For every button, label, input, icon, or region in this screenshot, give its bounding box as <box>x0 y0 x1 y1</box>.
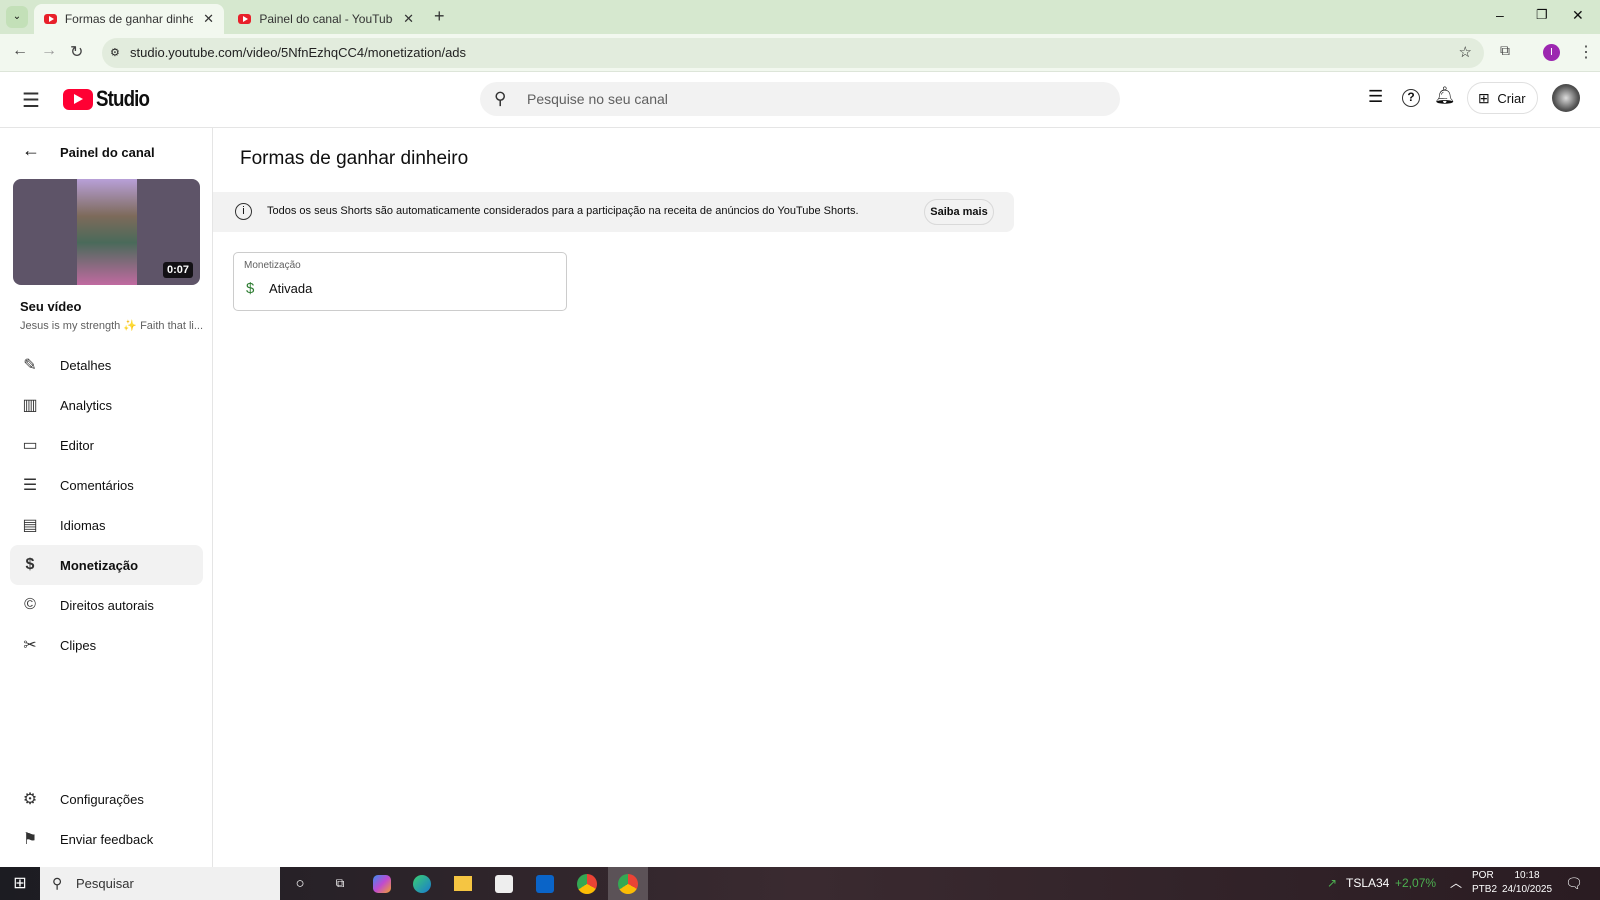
youtube-favicon-icon <box>238 14 252 24</box>
youtube-favicon-icon <box>44 14 57 24</box>
help-icon[interactable]: ? <box>1402 89 1420 107</box>
clock[interactable]: 10:18 24/10/2025 <box>1502 869 1552 897</box>
gear-icon: ⚙ <box>22 791 38 808</box>
task-view-icon[interactable]: ⧉ <box>330 867 350 900</box>
extensions-icon[interactable]: ⧉ <box>1500 42 1510 59</box>
sidebar-item-configuracoes[interactable]: ⚙ Configurações <box>10 779 203 819</box>
close-window-button[interactable]: ✕ <box>1572 7 1584 24</box>
sidebar-item-analytics[interactable]: ▥ Analytics <box>10 385 203 425</box>
create-button[interactable]: ⊞ Criar <box>1467 82 1538 114</box>
sidebar-item-comentarios[interactable]: ☰ Comentários <box>10 465 203 505</box>
tab-search-button[interactable]: ⌄ <box>6 6 28 28</box>
search-icon: ⚲ <box>494 89 507 108</box>
minimize-button[interactable]: – <box>1496 7 1504 23</box>
monetization-status: Ativada <box>269 281 313 296</box>
monetization-label: Monetização <box>244 260 301 271</box>
restore-button[interactable]: ❐ <box>1536 7 1548 23</box>
back-arrow-icon[interactable]: ← <box>22 140 40 161</box>
info-icon: i <box>235 203 252 220</box>
language-indicator[interactable]: POR PTB2 <box>1472 869 1497 897</box>
feedback-icon: ⚑ <box>22 831 38 848</box>
sidebar-item-monetizacao[interactable]: $ Monetização <box>10 545 203 585</box>
sidebar: ← Painel do canal 0:07 Seu vídeo Jesus i… <box>0 128 213 867</box>
channel-avatar[interactable] <box>1552 84 1580 112</box>
copilot-icon[interactable] <box>373 875 391 893</box>
youtube-studio-logo[interactable]: Studio <box>63 86 158 112</box>
create-video-icon: ⊞ <box>1478 90 1490 106</box>
monetization-card[interactable]: Monetização $ Ativada <box>233 252 567 311</box>
back-button[interactable]: ← <box>12 42 28 60</box>
reload-button[interactable]: ↻ <box>70 42 83 62</box>
learn-more-button[interactable]: Saiba mais <box>924 199 994 225</box>
windows-start-icon[interactable]: ⊞ <box>8 867 32 900</box>
profile-avatar[interactable]: I <box>1543 44 1560 61</box>
browser-tab-bar: ⌄ Formas de ganhar dinheiro - YouTube St… <box>0 0 1600 34</box>
scissors-icon: ✂ <box>23 637 37 654</box>
site-settings-icon[interactable]: ⚙ <box>110 38 120 68</box>
your-video-heading: Seu vídeo <box>20 299 82 314</box>
sidebar-item-editor[interactable]: ▭ Editor <box>10 425 203 465</box>
bookmark-star-icon[interactable]: ☆ <box>1459 38 1472 68</box>
tab-painel[interactable]: Painel do canal - YouTube Studio ✕ <box>228 4 424 34</box>
menu-icon[interactable]: ⋮ <box>1578 42 1594 62</box>
hamburger-menu-icon[interactable]: ☰ <box>22 88 40 113</box>
notifications-bell-icon[interactable]: 🔔︎ <box>1434 86 1456 106</box>
editor-icon: ▭ <box>22 437 38 454</box>
video-thumbnail[interactable]: 0:07 <box>13 179 200 285</box>
thumbnail-image <box>77 179 137 285</box>
subtitles-icon: ▤ <box>22 517 38 534</box>
channel-search-input[interactable]: ⚲ Pesquise no seu canal <box>480 82 1120 116</box>
chrome-active-icon[interactable] <box>608 867 648 900</box>
video-duration: 0:07 <box>162 262 193 278</box>
sidebar-item-detalhes[interactable]: ✎ Detalhes <box>10 345 203 385</box>
sidebar-item-direitos-autorais[interactable]: © Direitos autorais <box>10 585 203 625</box>
dollar-status-icon: $ <box>246 280 255 297</box>
taskbar-search[interactable]: ⚲ Pesquisar <box>40 867 280 900</box>
tab-active[interactable]: Formas de ganhar dinheiro - YouTube Stud… <box>34 4 224 34</box>
banner-text: Todos os seus Shorts são automaticamente… <box>267 205 859 217</box>
windows-taskbar: ⊞ ⚲ Pesquisar ○ ⧉ ↗ TSLA34 +2,07% ︿ POR P… <box>0 867 1600 900</box>
stock-change: +2,07% <box>1395 876 1437 890</box>
new-tab-button[interactable]: + <box>434 6 445 27</box>
dollar-icon: $ <box>25 556 35 573</box>
copyright-icon: © <box>24 596 36 613</box>
close-tab-icon[interactable]: ✕ <box>203 11 214 27</box>
stock-trend-icon: ↗ <box>1326 876 1338 890</box>
outlook-icon[interactable] <box>536 875 554 893</box>
stock-ticker[interactable]: TSLA34 <box>1346 867 1389 900</box>
video-title: Jesus is my strength ✨ Faith that li... <box>20 320 204 332</box>
comments-icon: ☰ <box>22 477 38 494</box>
pencil-icon: ✎ <box>23 357 37 374</box>
youtube-logo-icon <box>63 88 93 110</box>
address-toolbar: ← → ↻ ⚙ studio.youtube.com/video/5NfnEzh… <box>0 34 1600 72</box>
sidebar-item-enviar-feedback[interactable]: ⚑ Enviar feedback <box>10 819 203 859</box>
close-tab-icon[interactable]: ✕ <box>403 11 414 27</box>
info-banner: i Todos os seus Shorts são automaticamen… <box>213 192 1014 232</box>
sidebar-item-idiomas[interactable]: ▤ Idiomas <box>10 505 203 545</box>
page-title: Formas de ganhar dinheiro <box>240 148 469 169</box>
edge-icon[interactable] <box>413 875 431 893</box>
sidebar-item-clipes[interactable]: ✂ Clipes <box>10 625 203 665</box>
search-icon: ⚲ <box>52 875 63 891</box>
channel-dashboard-link[interactable]: Painel do canal <box>60 145 155 160</box>
file-explorer-icon[interactable] <box>454 876 472 891</box>
comments-feedback-icon[interactable]: ☰ <box>1368 87 1383 107</box>
chrome-icon[interactable] <box>577 874 597 894</box>
studio-header: ☰ Studio ⚲ Pesquise no seu canal ☰ ? 🔔︎ … <box>0 72 1600 128</box>
notification-center-icon[interactable]: 🗨︎ <box>1565 867 1583 900</box>
analytics-icon: ▥ <box>22 397 38 414</box>
tray-chevron-icon[interactable]: ︿ <box>1450 867 1462 900</box>
cortana-icon[interactable]: ○ <box>290 867 310 900</box>
forward-button[interactable]: → <box>41 42 57 60</box>
store-icon[interactable] <box>495 875 513 893</box>
url-bar[interactable]: ⚙ studio.youtube.com/video/5NfnEzhqCC4/m… <box>102 38 1484 68</box>
